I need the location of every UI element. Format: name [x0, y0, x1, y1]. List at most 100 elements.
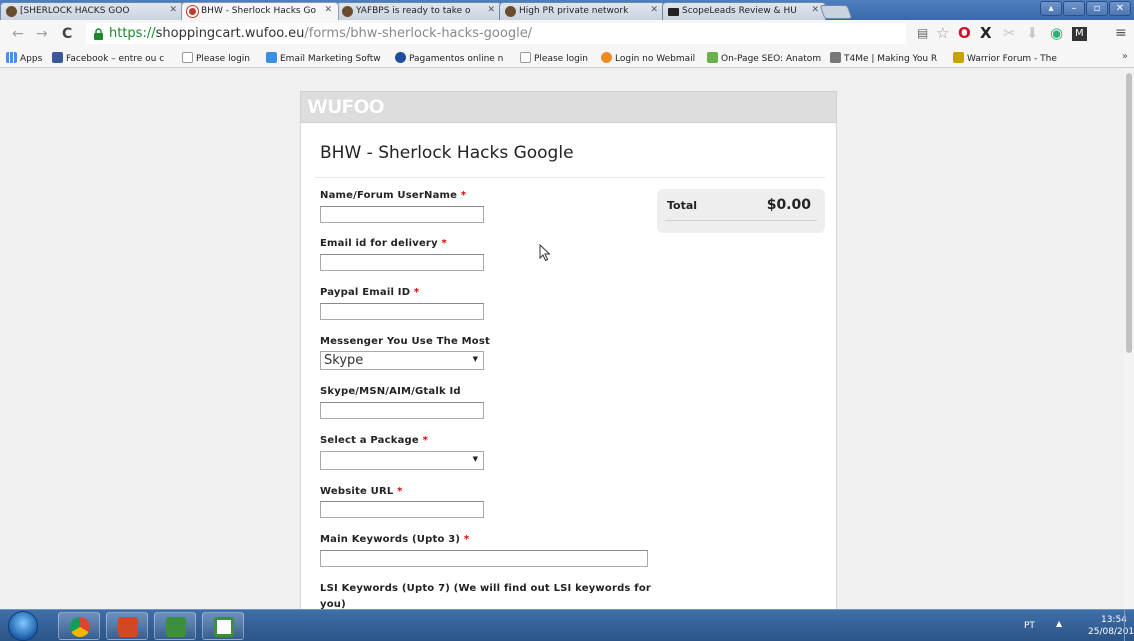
taskbar-camtasia-recorder[interactable]	[202, 612, 244, 640]
opera-extension-icon[interactable]: O	[958, 25, 971, 42]
apps-grid-icon	[6, 52, 17, 63]
windows-start-icon[interactable]	[8, 611, 38, 641]
browser-tab[interactable]: ScopeLeads Review & HU ✕	[662, 2, 826, 20]
user-profile-icon[interactable]: ▴	[1040, 1, 1062, 16]
wufoo-logo: WUFOO	[307, 96, 385, 118]
paypal-icon	[395, 52, 406, 63]
m-extension-icon[interactable]: M	[1072, 27, 1087, 41]
url-path: /forms/bhw-sherlock-hacks-google/	[304, 26, 533, 41]
bookmark-item[interactable]: T4Me | Making You R	[830, 52, 948, 64]
delivery-email-input[interactable]	[320, 254, 484, 271]
secure-lock-icon	[94, 28, 103, 40]
name-input[interactable]	[320, 206, 484, 223]
package-select[interactable]: ▼	[320, 451, 484, 470]
windows-taskbar: PT ▲ 13:54 25/08/2016	[0, 609, 1134, 641]
bookmark-item[interactable]: On-Page SEO: Anatom	[707, 52, 827, 64]
translate-icon[interactable]: ▤	[917, 25, 928, 42]
bookmark-item[interactable]: Pagamentos online n	[395, 52, 515, 64]
camtasia-recorder-icon	[214, 617, 234, 637]
powerpoint-icon	[118, 617, 138, 637]
required-marker: *	[422, 435, 429, 446]
tray-expand-icon[interactable]: ▲	[1056, 619, 1062, 628]
new-tab-button[interactable]	[819, 5, 853, 19]
bookmarks-bar: Apps Facebook – entre ou c Please login …	[0, 48, 1134, 68]
browser-tab-strip: [SHERLOCK HACKS GOO ✕ BHW - Sherlock Hac…	[0, 0, 1134, 20]
required-marker: *	[397, 486, 403, 497]
required-marker: *	[441, 238, 447, 249]
forum-favicon-icon	[342, 6, 353, 17]
more-bookmarks-icon[interactable]: »	[1122, 51, 1128, 62]
url-scheme: https://	[109, 26, 156, 41]
tools-extension-icon[interactable]: ✂	[1003, 25, 1016, 42]
bookmark-item[interactable]: Warrior Forum - The	[953, 52, 1068, 64]
dropdown-arrow-icon: ▼	[472, 355, 478, 363]
forward-arrow-icon[interactable]: →	[36, 26, 48, 42]
browser-tab-active[interactable]: BHW - Sherlock Hacks Go ✕	[181, 2, 339, 20]
dropdown-arrow-icon: ▼	[472, 455, 478, 463]
browser-menu-icon[interactable]: ≡	[1115, 25, 1127, 41]
close-tab-icon[interactable]: ✕	[650, 5, 658, 15]
reload-icon[interactable]: C	[62, 26, 72, 42]
cpanel-icon	[601, 52, 612, 63]
page-scrollbar[interactable]	[1124, 69, 1134, 609]
title-divider	[315, 177, 825, 178]
bookmark-item[interactable]: Email Marketing Softw	[266, 52, 390, 64]
facebook-icon	[52, 52, 63, 63]
wufoo-favicon-icon	[187, 6, 198, 17]
bookmark-item[interactable]: Login no Webmail	[601, 52, 701, 64]
browser-toolbar: ← → C https://shoppingcart.wufoo.eu/form…	[0, 20, 1134, 48]
browser-tab[interactable]: YAFBPS is ready to take o ✕	[336, 2, 502, 20]
show-desktop-button[interactable]	[1124, 610, 1134, 641]
field-label-package: Select a Package *	[320, 435, 429, 446]
required-marker: *	[460, 190, 467, 201]
close-window-icon[interactable]: ✕	[1109, 1, 1131, 16]
scrollbar-thumb[interactable]	[1126, 73, 1132, 353]
mouse-pointer-icon	[539, 244, 551, 262]
page-content: WUFOO BHW - Sherlock Hacks Google Name/F…	[0, 69, 1134, 609]
forum-favicon-icon	[505, 6, 516, 17]
warrior-forum-icon	[953, 52, 964, 63]
field-label-paypal-email: Paypal Email ID *	[320, 287, 420, 298]
language-indicator[interactable]: PT	[1024, 621, 1035, 631]
bookmark-star-icon[interactable]: ☆	[936, 25, 949, 42]
messenger-select[interactable]: Skype ▼	[320, 351, 484, 370]
order-total-box: Total $0.00	[657, 189, 825, 233]
t4me-icon	[830, 52, 841, 63]
bookmark-item[interactable]: Facebook – entre ou c	[52, 52, 176, 64]
maximize-window-icon[interactable]: ▫	[1086, 1, 1108, 16]
field-label-delivery-email: Email id for delivery *	[320, 238, 447, 249]
taskbar-camtasia[interactable]	[154, 612, 196, 640]
main-keywords-input[interactable]	[320, 550, 648, 567]
browser-tab[interactable]: High PR private network ✕	[499, 2, 665, 20]
page-icon	[182, 52, 193, 63]
website-url-input[interactable]	[320, 501, 484, 518]
grammarly-extension-icon[interactable]: ◉	[1050, 25, 1063, 42]
field-label-name: Name/Forum UserName *	[320, 190, 467, 201]
close-tab-icon[interactable]: ✕	[324, 5, 332, 15]
field-label-messenger-id: Skype/MSN/AIM/Gtalk Id	[320, 386, 461, 397]
close-tab-icon[interactable]: ✕	[811, 5, 819, 15]
x-extension-icon[interactable]: X	[980, 25, 992, 42]
required-marker: *	[463, 534, 470, 545]
close-tab-icon[interactable]: ✕	[169, 5, 177, 15]
taskbar-chrome[interactable]	[58, 612, 100, 640]
system-tray: PT ▲ 13:54 25/08/2016	[1004, 610, 1134, 641]
minimize-window-icon[interactable]: –	[1063, 1, 1085, 16]
bookmark-item[interactable]: Please login	[182, 52, 262, 64]
back-arrow-icon[interactable]: ←	[12, 26, 24, 42]
camtasia-icon	[166, 617, 186, 637]
field-label-main-keywords: Main Keywords (Upto 3) *	[320, 534, 470, 545]
messenger-id-input[interactable]	[320, 402, 484, 419]
url-host: shoppingcart.wufoo.eu	[155, 26, 305, 41]
close-tab-icon[interactable]: ✕	[487, 5, 495, 15]
field-label-lsi-keywords: LSI Keywords (Upto 7) (We will find out …	[320, 583, 652, 609]
browser-tab[interactable]: [SHERLOCK HACKS GOO ✕	[0, 2, 184, 20]
taskbar-powerpoint[interactable]	[106, 612, 148, 640]
bookmark-apps[interactable]: Apps	[6, 52, 50, 64]
field-label-website-url: Website URL *	[320, 486, 403, 497]
address-bar[interactable]: https://shoppingcart.wufoo.eu/forms/bhw-…	[86, 23, 906, 44]
download-extension-icon[interactable]: ⬇	[1026, 25, 1039, 42]
bookmark-item[interactable]: Please login	[520, 52, 600, 64]
wufoo-header: WUFOO	[300, 91, 837, 123]
paypal-email-input[interactable]	[320, 303, 484, 320]
